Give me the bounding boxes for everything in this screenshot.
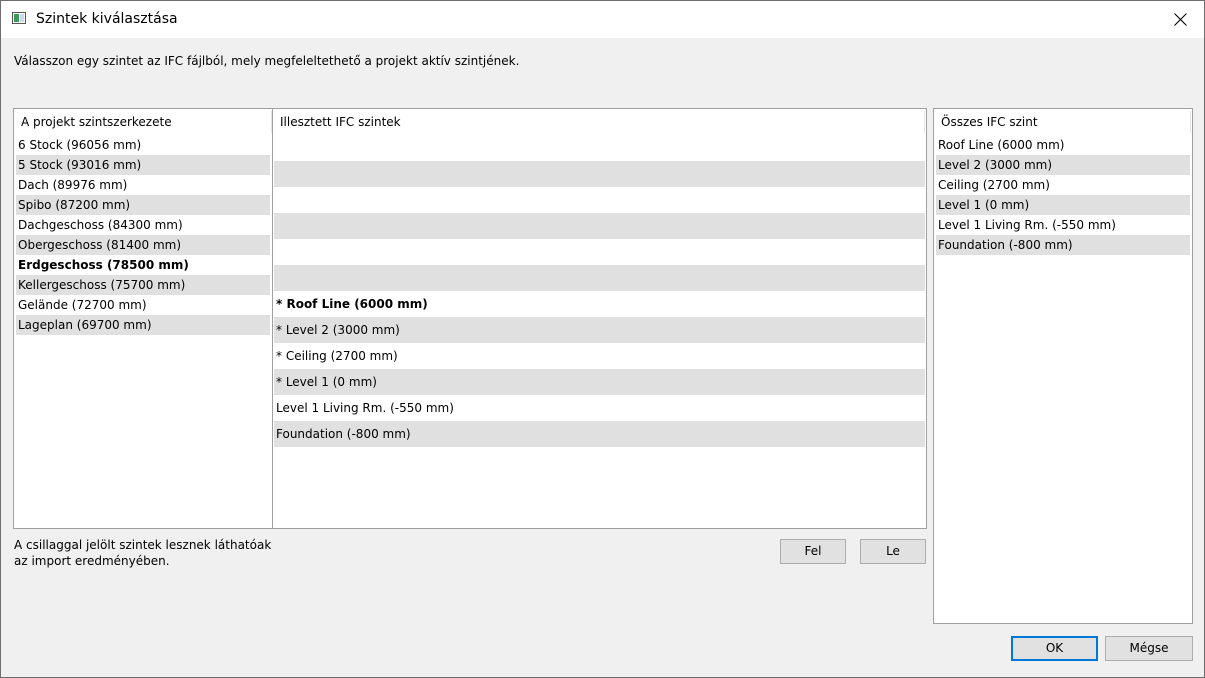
matched-ifc-level-row[interactable]: * Level 2 (3000 mm) [274,317,925,343]
column-divider [924,111,925,133]
project-level-row[interactable]: 6 Stock (96056 mm) [16,135,270,155]
matched-ifc-levels-header: Illesztett IFC szintek [280,115,401,129]
matched-ifc-level-row[interactable]: * Level 1 (0 mm) [274,369,925,395]
asterisk-note-line-1: A csillaggal jelölt szintek lesznek láth… [14,538,272,552]
dialog-window: Szintek kiválasztása Válasszon egy szint… [0,0,1205,678]
instruction-text: Válasszon egy szintet az IFC fájlból, me… [14,54,520,68]
project-level-row[interactable]: Spibo (87200 mm) [16,195,270,215]
project-levels-header: A projekt szintszerkezete [21,115,172,129]
ifc-level-row[interactable]: Level 2 (3000 mm) [936,155,1190,175]
ifc-level-row[interactable]: Ceiling (2700 mm) [936,175,1190,195]
asterisk-note-line-2: az import eredményében. [14,554,170,568]
matched-ifc-level-row[interactable] [274,161,925,187]
matched-ifc-level-row[interactable]: * Roof Line (6000 mm) [274,291,925,317]
matched-ifc-level-row[interactable]: Level 1 Living Rm. (-550 mm) [274,395,925,421]
asterisk-note: A csillaggal jelölt szintek lesznek láth… [14,537,271,569]
matched-ifc-level-row[interactable] [274,265,925,291]
project-level-row[interactable]: Kellergeschoss (75700 mm) [16,275,270,295]
ifc-level-row[interactable]: Roof Line (6000 mm) [936,135,1190,155]
project-level-row[interactable]: Dach (89976 mm) [16,175,270,195]
ifc-level-row[interactable]: Level 1 (0 mm) [936,195,1190,215]
project-level-row[interactable]: Dachgeschoss (84300 mm) [16,215,270,235]
window-title: Szintek kiválasztása [36,11,178,27]
move-down-button[interactable]: Le [860,539,926,564]
close-button[interactable] [1158,1,1204,38]
matched-ifc-level-row[interactable] [274,239,925,265]
all-ifc-levels-header: Összes IFC szint [941,115,1038,129]
ok-button[interactable]: OK [1011,636,1098,661]
move-up-button[interactable]: Fel [780,539,846,564]
all-ifc-levels-list[interactable]: Összes IFC szint Roof Line (6000 mm) Leve… [933,108,1193,624]
project-levels-list[interactable]: A projekt szintszerkezete 6 Stock (96056… [13,108,273,529]
matched-ifc-level-row[interactable] [274,213,925,239]
matched-ifc-level-row[interactable] [274,135,925,161]
project-level-row[interactable]: Lageplan (69700 mm) [16,315,270,335]
project-level-row[interactable]: 5 Stock (93016 mm) [16,155,270,175]
cancel-button[interactable]: Mégse [1105,636,1193,661]
title-bar: Szintek kiválasztása [1,1,1204,38]
project-level-row[interactable]: Obergeschoss (81400 mm) [16,235,270,255]
close-icon [1174,13,1187,26]
column-divider [1190,111,1191,133]
matched-ifc-level-row[interactable]: * Ceiling (2700 mm) [274,343,925,369]
project-level-row[interactable]: Gelände (72700 mm) [16,295,270,315]
app-window-icon [12,12,26,24]
matched-ifc-levels-list[interactable]: Illesztett IFC szintek * Roof Line (6000… [272,108,927,529]
matched-ifc-level-row[interactable]: Foundation (-800 mm) [274,421,925,447]
project-level-row[interactable]: Erdgeschoss (78500 mm) [16,255,270,275]
ifc-level-row[interactable]: Level 1 Living Rm. (-550 mm) [936,215,1190,235]
matched-ifc-level-row[interactable] [274,187,925,213]
ifc-level-row[interactable]: Foundation (-800 mm) [936,235,1190,255]
